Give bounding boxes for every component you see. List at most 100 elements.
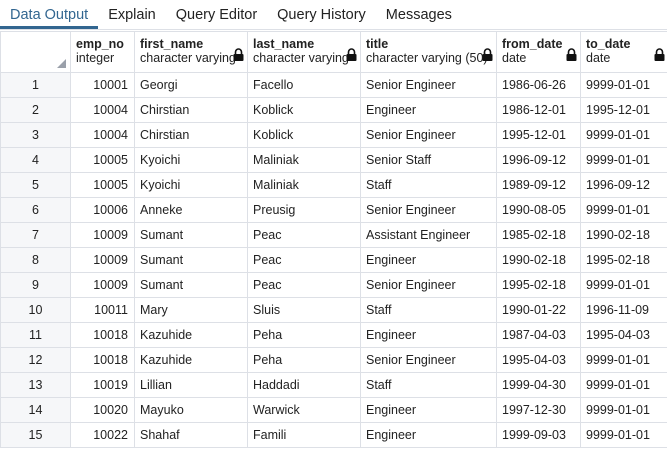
cell-from-date[interactable]: 1999-09-03: [496, 422, 581, 448]
row-number[interactable]: 13: [0, 372, 71, 398]
cell-to-date[interactable]: 9999-01-01: [580, 272, 667, 298]
column-header-from-date[interactable]: from_date date: [496, 31, 581, 73]
tab-explain[interactable]: Explain: [98, 0, 166, 29]
cell-emp-no[interactable]: 10018: [70, 347, 135, 373]
cell-first-name[interactable]: Sumant: [134, 247, 248, 273]
table-row[interactable]: 9 10009 Sumant Peac Senior Engineer 1995-02-1…: [0, 272, 667, 298]
cell-last-name[interactable]: Haddadi: [247, 372, 361, 398]
cell-title[interactable]: Engineer: [360, 97, 497, 123]
cell-from-date[interactable]: 1997-12-30: [496, 397, 581, 423]
row-number[interactable]: 1: [0, 72, 71, 98]
cell-last-name[interactable]: Peha: [247, 322, 361, 348]
cell-title[interactable]: Senior Engineer: [360, 122, 497, 148]
row-number[interactable]: 15: [0, 422, 71, 448]
cell-last-name[interactable]: Maliniak: [247, 172, 361, 198]
cell-from-date[interactable]: 1990-02-18: [496, 247, 581, 273]
cell-last-name[interactable]: Warwick: [247, 397, 361, 423]
row-number[interactable]: 12: [0, 347, 71, 373]
cell-emp-no[interactable]: 10006: [70, 197, 135, 223]
cell-to-date[interactable]: 1995-02-18: [580, 247, 667, 273]
cell-to-date[interactable]: 1996-09-12: [580, 172, 667, 198]
cell-emp-no[interactable]: 10001: [70, 72, 135, 98]
cell-from-date[interactable]: 1990-08-05: [496, 197, 581, 223]
cell-last-name[interactable]: Koblick: [247, 97, 361, 123]
row-number[interactable]: 5: [0, 172, 71, 198]
cell-to-date[interactable]: 9999-01-01: [580, 422, 667, 448]
cell-from-date[interactable]: 1985-02-18: [496, 222, 581, 248]
cell-title[interactable]: Senior Engineer: [360, 197, 497, 223]
cell-title[interactable]: Senior Engineer: [360, 72, 497, 98]
cell-emp-no[interactable]: 10009: [70, 272, 135, 298]
table-row[interactable]: 3 10004 Chirstian Koblick Senior Engineer 199…: [0, 122, 667, 148]
cell-from-date[interactable]: 1990-01-22: [496, 297, 581, 323]
cell-first-name[interactable]: Georgi: [134, 72, 248, 98]
cell-title[interactable]: Senior Engineer: [360, 347, 497, 373]
cell-emp-no[interactable]: 10004: [70, 122, 135, 148]
row-number[interactable]: 7: [0, 222, 71, 248]
cell-title[interactable]: Staff: [360, 297, 497, 323]
cell-title[interactable]: Engineer: [360, 322, 497, 348]
cell-last-name[interactable]: Peac: [247, 272, 361, 298]
table-row[interactable]: 13 10019 Lillian Haddadi Staff 1999-04-30 9999…: [0, 372, 667, 398]
row-number[interactable]: 11: [0, 322, 71, 348]
column-header-emp-no[interactable]: emp_no integer: [70, 31, 135, 73]
cell-last-name[interactable]: Facello: [247, 72, 361, 98]
cell-emp-no[interactable]: 10011: [70, 297, 135, 323]
table-row[interactable]: 11 10018 Kazuhide Peha Engineer 1987-04-03 199…: [0, 322, 667, 348]
cell-to-date[interactable]: 1995-04-03: [580, 322, 667, 348]
cell-last-name[interactable]: Koblick: [247, 122, 361, 148]
table-row[interactable]: 14 10020 Mayuko Warwick Engineer 1997-12-30 99…: [0, 397, 667, 423]
cell-to-date[interactable]: 1996-11-09: [580, 297, 667, 323]
cell-emp-no[interactable]: 10022: [70, 422, 135, 448]
cell-from-date[interactable]: 1986-06-26: [496, 72, 581, 98]
table-row[interactable]: 15 10022 Shahaf Famili Engineer 1999-09-03 999…: [0, 422, 667, 448]
table-row[interactable]: 2 10004 Chirstian Koblick Engineer 1986-12-01…: [0, 97, 667, 123]
column-header-first-name[interactable]: first_name character varying: [134, 31, 248, 73]
row-number[interactable]: 6: [0, 197, 71, 223]
cell-first-name[interactable]: Sumant: [134, 222, 248, 248]
cell-title[interactable]: Assistant Engineer: [360, 222, 497, 248]
cell-last-name[interactable]: Sluis: [247, 297, 361, 323]
table-row[interactable]: 8 10009 Sumant Peac Engineer 1990-02-18 1995-0…: [0, 247, 667, 273]
cell-from-date[interactable]: 1986-12-01: [496, 97, 581, 123]
cell-from-date[interactable]: 1995-04-03: [496, 347, 581, 373]
cell-first-name[interactable]: Lillian: [134, 372, 248, 398]
cell-first-name[interactable]: Kyoichi: [134, 172, 248, 198]
cell-emp-no[interactable]: 10020: [70, 397, 135, 423]
cell-emp-no[interactable]: 10005: [70, 147, 135, 173]
cell-last-name[interactable]: Preusig: [247, 197, 361, 223]
cell-to-date[interactable]: 9999-01-01: [580, 347, 667, 373]
cell-first-name[interactable]: Sumant: [134, 272, 248, 298]
cell-emp-no[interactable]: 10019: [70, 372, 135, 398]
cell-first-name[interactable]: Kazuhide: [134, 347, 248, 373]
cell-to-date[interactable]: 9999-01-01: [580, 72, 667, 98]
cell-from-date[interactable]: 1995-12-01: [496, 122, 581, 148]
cell-to-date[interactable]: 9999-01-01: [580, 197, 667, 223]
row-number[interactable]: 3: [0, 122, 71, 148]
cell-to-date[interactable]: 9999-01-01: [580, 397, 667, 423]
row-number[interactable]: 9: [0, 272, 71, 298]
column-header-to-date[interactable]: to_date date: [580, 31, 667, 73]
column-header-title[interactable]: title character varying (50): [360, 31, 497, 73]
tab-data-output[interactable]: Data Output: [0, 0, 99, 29]
cell-first-name[interactable]: Kyoichi: [134, 147, 248, 173]
cell-to-date[interactable]: 9999-01-01: [580, 147, 667, 173]
cell-emp-no[interactable]: 10005: [70, 172, 135, 198]
row-number[interactable]: 4: [0, 147, 71, 173]
table-row[interactable]: 4 10005 Kyoichi Maliniak Senior Staff 1996-09…: [0, 147, 667, 173]
cell-title[interactable]: Senior Staff: [360, 147, 497, 173]
cell-first-name[interactable]: Chirstian: [134, 97, 248, 123]
cell-first-name[interactable]: Chirstian: [134, 122, 248, 148]
cell-from-date[interactable]: 1987-04-03: [496, 322, 581, 348]
table-row[interactable]: 10 10011 Mary Sluis Staff 1990-01-22 1996-11-0…: [0, 297, 667, 323]
row-number[interactable]: 2: [0, 97, 71, 123]
tab-messages[interactable]: Messages: [376, 0, 462, 29]
cell-first-name[interactable]: Anneke: [134, 197, 248, 223]
cell-last-name[interactable]: Peha: [247, 347, 361, 373]
table-row[interactable]: 7 10009 Sumant Peac Assistant Engineer 1985-0…: [0, 222, 667, 248]
tab-query-editor[interactable]: Query Editor: [166, 0, 267, 29]
row-number[interactable]: 8: [0, 247, 71, 273]
cell-from-date[interactable]: 1995-02-18: [496, 272, 581, 298]
cell-emp-no[interactable]: 10009: [70, 222, 135, 248]
cell-last-name[interactable]: Maliniak: [247, 147, 361, 173]
